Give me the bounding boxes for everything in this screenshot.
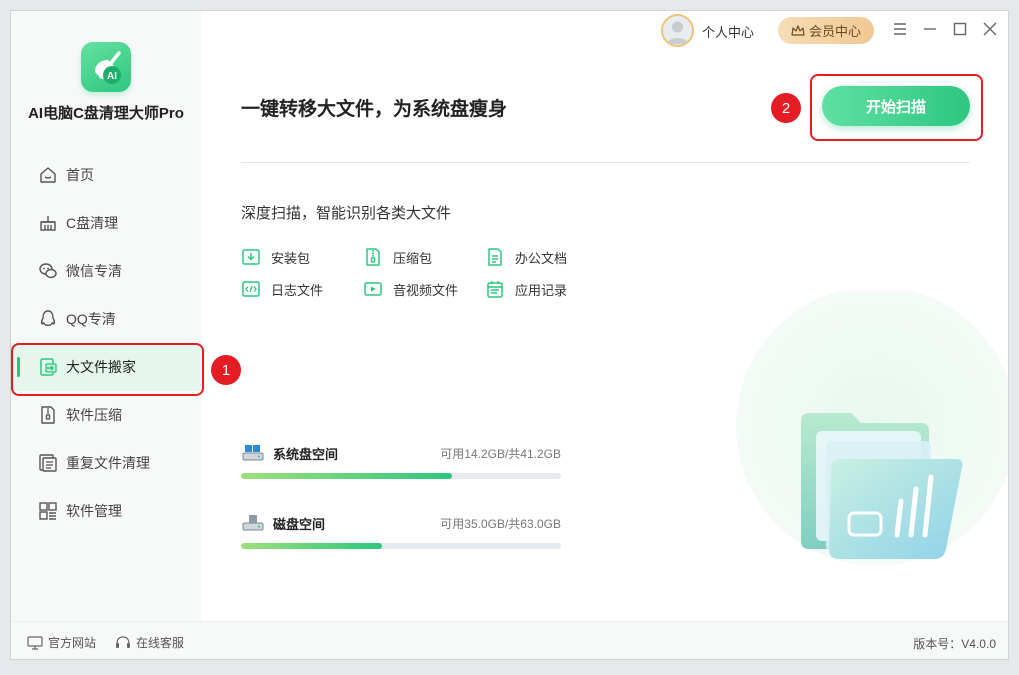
document-icon	[488, 248, 502, 266]
sidebar-item-label: C盘清理	[66, 215, 119, 231]
file-type-label: 办公文档	[515, 250, 568, 266]
disk-usage: 可用14.2GB/共41.2GB	[440, 447, 561, 461]
code-file-icon	[242, 281, 260, 297]
sidebar-item-large-file-move[interactable]: 大文件搬家	[11, 343, 201, 391]
start-scan-button[interactable]: 开始扫描	[822, 86, 970, 126]
sidebar-item-label: QQ专清	[66, 311, 116, 327]
step-badge-2: 2	[771, 93, 801, 123]
file-type-item: 日志文件	[241, 279, 323, 299]
app-logo: AI	[81, 42, 131, 92]
sidebar-item-software-compress[interactable]: 软件压缩	[11, 391, 201, 439]
online-support-label: 在线客服	[136, 636, 185, 650]
file-type-label: 日志文件	[271, 282, 324, 298]
user-avatar-icon	[667, 21, 688, 44]
sidebar-item-c-drive-clean[interactable]: C盘清理	[11, 199, 201, 247]
file-type-item: 安装包	[241, 247, 310, 267]
close-icon[interactable]	[982, 21, 998, 37]
divider	[241, 162, 970, 163]
sidebar-item-duplicate-clean[interactable]: 重复文件清理	[11, 439, 201, 487]
menu-icon[interactable]	[892, 21, 908, 37]
broom-logo-icon: AI	[95, 51, 121, 84]
disk-name: 磁盘空间	[273, 517, 326, 532]
sidebar-item-label: 重复文件清理	[66, 455, 150, 471]
broom-icon	[40, 216, 56, 231]
sidebar-item-label: 首页	[66, 167, 94, 183]
active-indicator	[17, 357, 20, 377]
disk-progress-fill	[241, 543, 382, 549]
user-center-link[interactable]: 个人中心	[702, 22, 754, 41]
wechat-icon	[39, 263, 57, 279]
disk-progress-fill	[241, 473, 453, 479]
version-label: 版本号：V4.0.0	[913, 637, 996, 651]
file-type-item: 音视频文件	[363, 279, 458, 299]
page-title: 一键转移大文件，为系统盘瘦身	[241, 99, 508, 120]
file-type-label: 安装包	[271, 250, 311, 266]
calendar-icon	[487, 281, 503, 298]
sidebar-item-label: 软件压缩	[66, 407, 122, 423]
avatar[interactable]	[661, 14, 694, 47]
disk-usage: 可用35.0GB/共63.0GB	[440, 517, 561, 531]
file-move-icon	[40, 358, 57, 376]
file-type-label: 音视频文件	[393, 282, 459, 298]
minimize-icon[interactable]	[922, 21, 938, 37]
archive-icon	[366, 248, 380, 266]
sidebar-item-label: 软件管理	[66, 503, 122, 519]
sidebar-item-label: 微信专清	[66, 263, 122, 279]
headset-icon	[116, 635, 130, 648]
home-icon	[40, 167, 56, 183]
online-support-link[interactable]: 在线客服	[115, 634, 184, 651]
monitor-icon	[27, 635, 43, 650]
qq-penguin-icon	[40, 310, 56, 326]
disk-progress-bar	[241, 473, 561, 479]
app-name: AI电脑C盘清理大师Pro	[28, 105, 184, 122]
vip-center-button[interactable]: 会员中心	[778, 17, 874, 44]
file-type-label: 压缩包	[393, 250, 433, 266]
zip-icon	[41, 406, 55, 424]
apps-grid-icon	[39, 502, 57, 520]
sidebar-item-label: 大文件搬家	[66, 359, 136, 375]
file-type-item: 办公文档	[485, 247, 567, 267]
disk-progress-bar	[241, 543, 561, 549]
sidebar-item-wechat-clean[interactable]: 微信专清	[11, 247, 201, 295]
disk-name: 系统盘空间	[273, 447, 339, 462]
file-type-item: 压缩包	[363, 247, 432, 267]
step-badge-1: 1	[211, 355, 241, 385]
vip-center-label: 会员中心	[808, 24, 861, 39]
sidebar: AI AI电脑C盘清理大师Pro 首页 C盘清理 微信专清 QQ专清 大文件搬家…	[11, 11, 201, 621]
sidebar-item-software-manage[interactable]: 软件管理	[11, 487, 201, 535]
folder-illustration	[736, 291, 1008, 566]
logo-text: AI	[107, 71, 117, 82]
section-description: 深度扫描，智能识别各类大文件	[241, 205, 452, 222]
sidebar-item-qq-clean[interactable]: QQ专清	[11, 295, 201, 343]
file-type-item: 应用记录	[485, 279, 567, 299]
system-drive-icon	[242, 445, 264, 461]
official-website-label: 官方网站	[48, 636, 97, 650]
video-icon	[364, 282, 382, 296]
footer: 官方网站 在线客服 版本号：V4.0.0	[11, 621, 1008, 659]
official-website-link[interactable]: 官方网站	[27, 634, 96, 651]
drive-icon	[242, 515, 264, 531]
duplicate-file-icon	[39, 454, 57, 472]
file-type-label: 应用记录	[515, 282, 568, 298]
sidebar-item-home[interactable]: 首页	[11, 151, 201, 199]
app-window: AI AI电脑C盘清理大师Pro 首页 C盘清理 微信专清 QQ专清 大文件搬家…	[10, 10, 1009, 660]
installer-icon	[242, 249, 260, 265]
maximize-icon[interactable]	[952, 21, 968, 37]
crown-icon	[791, 24, 805, 36]
